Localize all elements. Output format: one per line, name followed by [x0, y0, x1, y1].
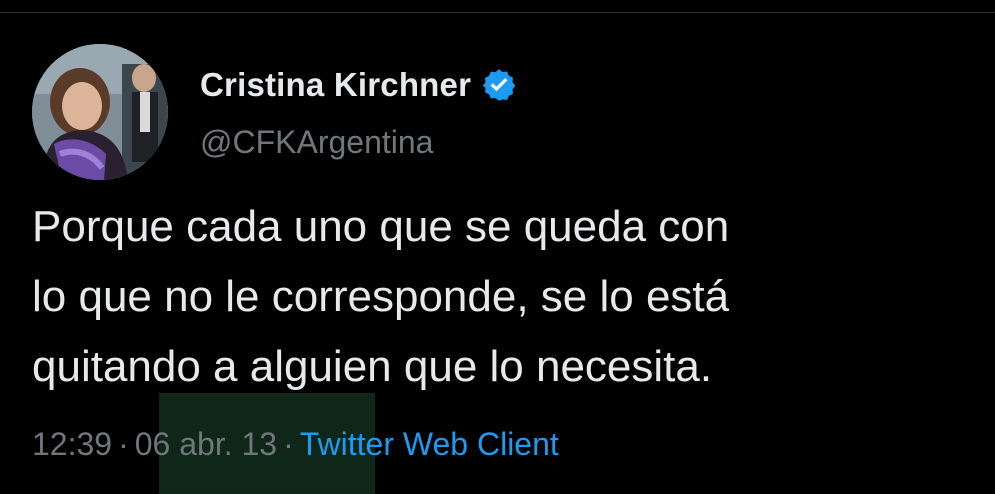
- avatar-photo: [32, 44, 168, 180]
- tweet-text-line: quitando a alguien que lo necesita.: [32, 342, 713, 391]
- author-name[interactable]: Cristina Kirchner: [200, 66, 471, 104]
- author-name-row[interactable]: Cristina Kirchner: [200, 64, 517, 106]
- verified-badge-icon: [482, 69, 516, 101]
- avatar[interactable]: [32, 44, 168, 180]
- tweet-text-line: lo que no le corresponde, se lo está: [32, 272, 730, 321]
- tweet-meta: 12:39 · 06 abr. 13 · Twitter Web Client: [32, 426, 559, 463]
- tweet-date[interactable]: 06 abr. 13: [135, 426, 277, 462]
- tweet-text: Porque cada uno que se queda con lo que …: [32, 192, 982, 402]
- meta-separator: ·: [283, 426, 294, 462]
- tweet-time[interactable]: 12:39: [32, 426, 112, 462]
- tweet-text-line: Porque cada uno que se queda con: [32, 202, 730, 251]
- tweet-client-link[interactable]: Twitter Web Client: [300, 426, 559, 462]
- top-divider: [0, 12, 995, 13]
- meta-separator: ·: [118, 426, 129, 462]
- author-handle[interactable]: @CFKArgentina: [200, 124, 433, 161]
